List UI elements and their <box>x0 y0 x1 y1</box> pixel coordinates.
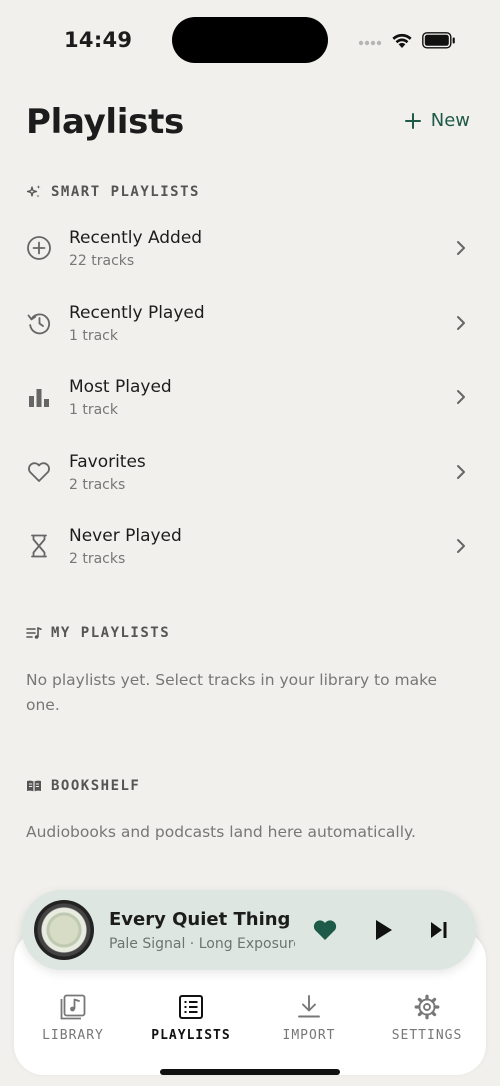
plus-icon <box>404 112 421 129</box>
my-playlists-empty-message: No playlists yet. Select tracks in your … <box>26 671 438 714</box>
smart-playlist-count: 22 tracks <box>69 253 135 269</box>
skip-next-icon[interactable] <box>429 920 449 940</box>
status-time: 14:49 <box>64 28 133 52</box>
status-bar: 14:49 <box>0 0 500 80</box>
page-header: Playlists New <box>26 100 474 144</box>
smart-playlist-title: Favorites <box>69 451 146 472</box>
smart-playlist-count: 2 tracks <box>69 551 126 568</box>
my-playlists-heading-label: MY PLAYLISTS <box>51 625 171 641</box>
home-indicator <box>160 1069 340 1075</box>
heart-outline-icon <box>28 462 50 482</box>
smart-playlist-title: Never Played <box>69 526 182 547</box>
smart-playlists-heading: SMART PLAYLISTS <box>26 184 200 200</box>
chevron-right-icon <box>457 315 465 330</box>
favorite-heart-icon[interactable] <box>312 918 338 942</box>
smart-playlists-heading-label: SMART PLAYLISTS <box>51 184 200 200</box>
gear-icon <box>414 994 440 1020</box>
download-icon <box>298 995 320 1018</box>
smart-playlist-most-played[interactable]: Most Played 1 track <box>0 361 500 436</box>
smart-playlist-title: Most Played <box>69 377 172 398</box>
smart-playlist-title: Recently Added <box>69 228 203 248</box>
bookshelf-heading-label: BOOKSHELF <box>51 778 141 794</box>
my-playlists-heading: MY PLAYLISTS <box>26 625 170 641</box>
chevron-right-icon <box>457 390 465 405</box>
mini-player[interactable]: Every Quiet Thing Pale Signal · Long Exp… <box>22 890 476 970</box>
smart-playlist-count: 1 track <box>69 327 118 344</box>
tab-playlists[interactable]: PLAYLISTS <box>132 994 250 1043</box>
smart-playlist-count: 2 tracks <box>69 476 126 493</box>
wifi-icon <box>392 33 412 48</box>
music-library-icon <box>60 994 86 1020</box>
smart-playlist-favorites[interactable]: Favorites 2 tracks <box>0 436 500 511</box>
smart-playlist-never-played[interactable]: Never Played 2 tracks <box>0 510 500 585</box>
book-icon <box>27 780 41 792</box>
album-artwork <box>34 900 94 960</box>
playlist-icon <box>179 995 203 1019</box>
battery-icon <box>422 32 455 49</box>
bookshelf-empty-message: Audiobooks and podcasts land here automa… <box>26 823 416 841</box>
tab-import[interactable]: IMPORT <box>250 994 368 1043</box>
sparkles-icon <box>26 185 41 198</box>
smart-playlist-title: Recently Played <box>69 302 205 323</box>
play-icon[interactable] <box>372 918 394 942</box>
tab-settings[interactable]: SETTINGS <box>368 994 486 1043</box>
chevron-right-icon <box>457 241 465 255</box>
plus-circle-icon <box>27 236 51 260</box>
chevron-right-icon <box>457 464 465 479</box>
tab-import-label: IMPORT <box>282 1028 336 1043</box>
smart-playlist-count: 1 track <box>69 402 118 419</box>
tab-settings-label: SETTINGS <box>391 1028 463 1043</box>
dynamic-island <box>172 17 328 63</box>
new-playlist-button[interactable]: New <box>404 110 470 131</box>
tab-library-label: LIBRARY <box>42 1028 104 1043</box>
tab-library[interactable]: LIBRARY <box>14 994 132 1043</box>
now-playing-artist: Pale Signal · Long Exposure <box>109 936 295 952</box>
page-title: Playlists <box>26 102 184 142</box>
bar-chart-icon <box>29 389 49 408</box>
chevron-right-icon <box>457 539 465 554</box>
new-playlist-label: New <box>430 110 470 131</box>
smart-playlist-recently-played[interactable]: Recently Played 1 track <box>0 287 500 362</box>
playlist-lines-icon <box>26 627 42 639</box>
cellular-signal-icon <box>358 40 382 46</box>
now-playing-title: Every Quiet Thing <box>109 909 291 930</box>
smart-playlists-list: Recently Added 22 tracks Recently Played… <box>0 212 500 585</box>
hourglass-icon <box>31 534 47 558</box>
tab-playlists-label: PLAYLISTS <box>151 1028 231 1043</box>
bookshelf-heading: BOOKSHELF <box>26 778 140 794</box>
smart-playlist-recently-added[interactable]: Recently Added 22 tracks <box>0 212 500 287</box>
history-icon <box>27 313 51 334</box>
